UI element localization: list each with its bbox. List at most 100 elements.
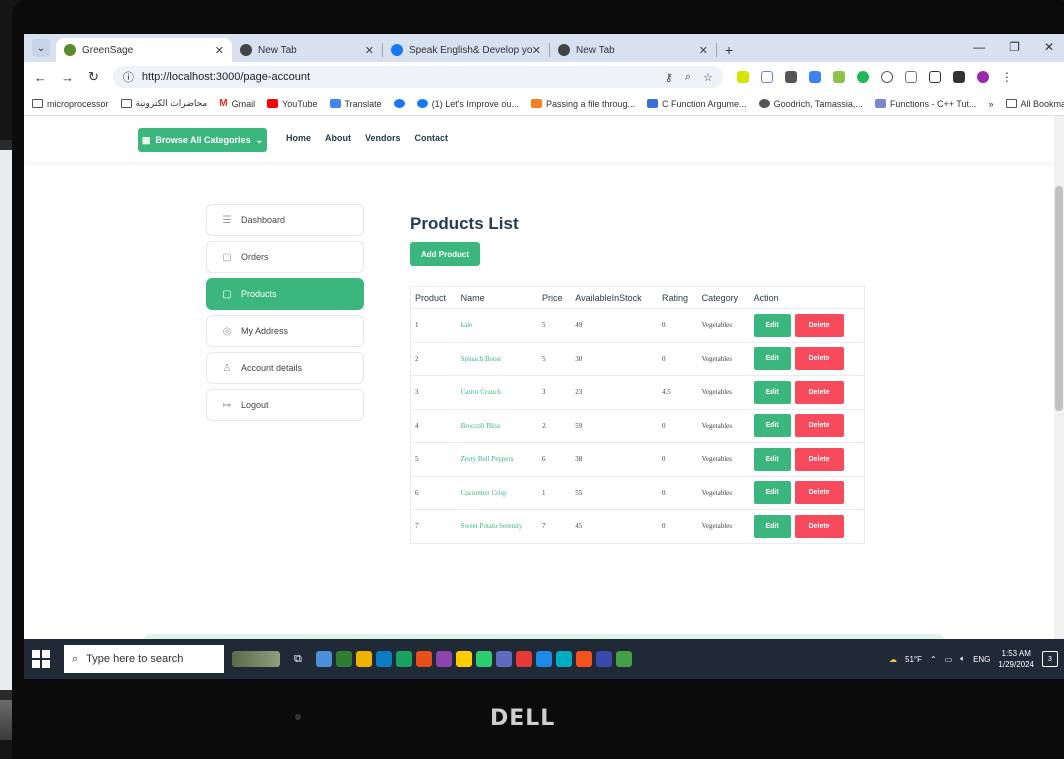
taskbar-app-icon[interactable] xyxy=(475,651,492,667)
extension-icon[interactable] xyxy=(832,71,845,83)
site-info-icon[interactable]: ⓘ xyxy=(123,69,134,85)
browse-categories-button[interactable]: ▦ Browse All Categories ⌄ xyxy=(138,128,267,152)
bookmark-star-icon[interactable]: ☆ xyxy=(703,71,713,84)
taskbar-app-icon[interactable] xyxy=(335,651,352,667)
edit-button[interactable]: Edit xyxy=(753,481,791,505)
extension-icon[interactable] xyxy=(784,71,797,83)
nav-link-contact[interactable]: Contact xyxy=(415,133,449,143)
address-bar[interactable]: ⓘ http://localhost:3000/page-account ⚷ ⌕… xyxy=(112,66,723,88)
edit-button[interactable]: Edit xyxy=(753,313,791,337)
extension-icon[interactable] xyxy=(760,71,773,83)
extension-icon[interactable] xyxy=(856,71,869,83)
delete-button[interactable]: Delete xyxy=(794,347,844,371)
add-product-button[interactable]: Add Product xyxy=(410,242,480,266)
all-bookmarks-button[interactable]: All Bookmarks xyxy=(1005,99,1064,109)
edit-button[interactable]: Edit xyxy=(753,414,791,438)
tab-close-icon[interactable]: ✕ xyxy=(699,44,708,57)
windows-start-icon[interactable] xyxy=(32,650,50,668)
sidebar-item-account-details[interactable]: ♙ Account details xyxy=(206,352,364,384)
language-indicator[interactable]: ENG xyxy=(973,655,990,664)
sidebar-item-dashboard[interactable]: ☰ Dashboard xyxy=(206,204,364,236)
bookmark-translate[interactable]: Translate xyxy=(329,99,382,109)
tab-close-icon[interactable]: ✕ xyxy=(532,44,541,57)
bookmark-youtube[interactable]: YouTube xyxy=(267,99,318,109)
delete-button[interactable]: Delete xyxy=(794,414,844,438)
delete-button[interactable]: Delete xyxy=(794,481,844,505)
tab-new-tab-2[interactable]: New Tab ✕ xyxy=(550,38,716,62)
tab-speak-english[interactable]: Speak English& Develop your ✕ xyxy=(383,38,549,62)
edit-button[interactable]: Edit xyxy=(753,514,791,538)
edit-button[interactable]: Edit xyxy=(753,447,791,471)
tab-new-tab-1[interactable]: New Tab ✕ xyxy=(232,38,382,62)
bookmarks-overflow-button[interactable]: » xyxy=(988,99,993,109)
taskbar-app-icon[interactable] xyxy=(575,651,592,667)
extension-icon[interactable] xyxy=(904,71,917,83)
taskbar-app-icon[interactable] xyxy=(595,651,612,667)
edit-button[interactable]: Edit xyxy=(753,347,791,371)
edit-button[interactable]: Edit xyxy=(753,380,791,404)
tray-chevron-up-icon[interactable]: ⌃ xyxy=(930,655,937,664)
bookmark-goodrich[interactable]: Goodrich, Tamassia,... xyxy=(758,99,863,109)
delete-button[interactable]: Delete xyxy=(794,380,844,404)
delete-button[interactable]: Delete xyxy=(794,514,844,538)
extensions-puzzle-icon[interactable] xyxy=(928,71,941,83)
forward-arrow-icon[interactable]: → xyxy=(61,70,74,85)
zoom-icon[interactable]: ⌕ xyxy=(685,71,691,84)
bookmark-facebook[interactable] xyxy=(393,99,405,108)
tab-greensage[interactable]: GreenSage ✕ xyxy=(56,38,232,62)
extension-icon[interactable] xyxy=(880,71,893,83)
page-scrollbar[interactable] xyxy=(1054,116,1064,639)
taskbar-app-icon[interactable] xyxy=(615,651,632,667)
taskbar-app-icon[interactable] xyxy=(555,651,572,667)
taskbar-app-icon[interactable] xyxy=(375,651,392,667)
nav-link-vendors[interactable]: Vendors xyxy=(365,133,401,143)
taskbar-app-icon[interactable] xyxy=(355,651,372,667)
browser-menu-icon[interactable]: ⋮ xyxy=(1001,70,1013,84)
bookmark-gmail[interactable]: M Gmail xyxy=(219,98,255,109)
minimize-icon[interactable]: — xyxy=(973,40,985,54)
taskbar-app-icon[interactable] xyxy=(535,651,552,667)
network-icon[interactable]: ▭ xyxy=(945,655,953,664)
sidebar-item-logout[interactable]: ↦ Logout xyxy=(206,389,364,421)
volume-icon[interactable]: 🔈︎ xyxy=(960,654,965,664)
taskbar-app-icon[interactable] xyxy=(415,651,432,667)
maximize-icon[interactable]: ❐ xyxy=(1009,40,1020,54)
extension-icon[interactable] xyxy=(808,71,821,83)
bookmark-cpp-functions[interactable]: Functions - C++ Tut... xyxy=(874,99,976,109)
delete-button[interactable]: Delete xyxy=(794,447,844,471)
password-key-icon[interactable]: ⚷ xyxy=(665,71,673,84)
taskbar-app-icon[interactable] xyxy=(495,651,512,667)
profile-avatar[interactable] xyxy=(976,71,989,83)
taskbar-clock[interactable]: 1:53 AM 1/29/2024 xyxy=(998,648,1034,670)
notification-center-icon[interactable]: 3 xyxy=(1042,651,1058,667)
bookmark-folder-lectures[interactable]: محاضرات الكترونية xyxy=(120,98,207,109)
nav-link-about[interactable]: About xyxy=(325,133,351,143)
weather-temperature[interactable]: 51°F xyxy=(905,655,922,664)
bookmark-facebook-improve[interactable]: (1) Let's Improve ou... xyxy=(416,99,519,109)
tab-search-button[interactable]: ⌄ xyxy=(32,39,50,57)
sidebar-item-my-address[interactable]: ◎ My Address xyxy=(206,315,364,347)
delete-button[interactable]: Delete xyxy=(794,313,844,337)
url-text[interactable]: http://localhost:3000/page-account xyxy=(142,71,310,83)
taskbar-search[interactable]: ⌕ Type here to search xyxy=(64,645,224,673)
extension-icon[interactable] xyxy=(736,71,749,83)
taskbar-app-icon[interactable] xyxy=(395,651,412,667)
new-tab-button[interactable]: + xyxy=(725,42,733,58)
taskbar-app-icon[interactable] xyxy=(315,651,332,667)
bookmark-passing-file[interactable]: Passing a file throug... xyxy=(530,99,635,109)
back-arrow-icon[interactable]: ← xyxy=(34,70,47,85)
tab-close-icon[interactable]: ✕ xyxy=(365,44,374,57)
bookmark-folder-microprocessor[interactable]: microprocessor xyxy=(32,99,109,109)
close-window-icon[interactable]: ✕ xyxy=(1044,40,1054,54)
nav-link-home[interactable]: Home xyxy=(286,133,311,143)
sidebar-item-products[interactable]: ▢ Products xyxy=(206,278,364,310)
scrollbar-thumb[interactable] xyxy=(1055,186,1063,411)
taskbar-app-icon[interactable] xyxy=(515,651,532,667)
side-panel-icon[interactable] xyxy=(952,71,965,83)
reload-icon[interactable]: ↻ xyxy=(88,69,99,85)
taskbar-app-icon[interactable] xyxy=(455,651,472,667)
taskbar-app-icon[interactable] xyxy=(435,651,452,667)
tab-close-icon[interactable]: ✕ xyxy=(215,44,224,57)
task-view-icon[interactable]: ⧉ xyxy=(294,653,302,666)
bookmark-c-function[interactable]: C Function Argume... xyxy=(647,99,747,109)
